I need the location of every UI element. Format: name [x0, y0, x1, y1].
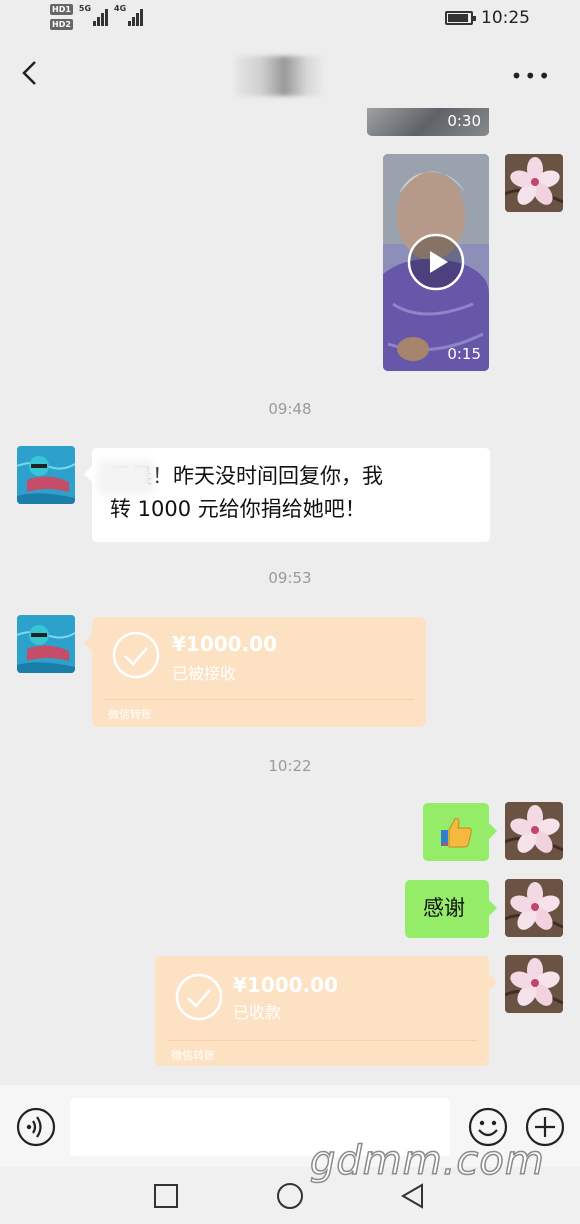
- recent-apps-icon[interactable]: [151, 1181, 181, 1211]
- avatar[interactable]: [17, 615, 75, 673]
- timestamp: 10:22: [268, 757, 312, 775]
- text-message: 感谢: [405, 880, 497, 938]
- divider: [104, 699, 414, 700]
- check-circle-icon: [112, 631, 160, 679]
- network1-label: 5G: [78, 4, 92, 13]
- redacted-name: [98, 460, 154, 494]
- sim1-badge: HD1: [50, 4, 73, 15]
- timestamp: 09:48: [268, 400, 312, 418]
- status-time: 10:25: [481, 8, 530, 28]
- avatar[interactable]: [505, 955, 563, 1013]
- swimmer-avatar-image: [17, 615, 75, 673]
- transfer-status: 已收款: [233, 1003, 282, 1022]
- more-dots-icon[interactable]: •••: [511, 66, 552, 86]
- transfer-amount: ¥1000.00: [233, 973, 339, 997]
- play-icon[interactable]: [407, 233, 465, 291]
- signal-4g-icon: 4G: [114, 4, 144, 26]
- contact-name-blurred[interactable]: [235, 56, 325, 96]
- network2-label: 4G: [114, 4, 127, 13]
- transfer-card-collected[interactable]: ¥1000.00 已收款 微信转账: [155, 956, 497, 1066]
- chevron-left-icon[interactable]: [18, 58, 42, 88]
- avatar[interactable]: [505, 879, 563, 937]
- thumbs-up-icon: [441, 818, 472, 848]
- flower-avatar-image: [505, 879, 563, 937]
- check-circle-icon: [175, 973, 223, 1021]
- video-message[interactable]: 0:15: [383, 154, 489, 371]
- avatar[interactable]: [505, 154, 563, 212]
- message-text-line1: 早晨！昨天没时间回复你，我: [110, 464, 383, 488]
- signal-5g-icon: 5G: [78, 4, 109, 26]
- flower-avatar-image: [505, 955, 563, 1013]
- flower-avatar-image: [505, 154, 563, 212]
- swimmer-avatar-image: [17, 446, 75, 504]
- flower-avatar-image: [505, 802, 563, 860]
- text-message: 早晨！昨天没时间回复你，我 转 1000 元给你捐给她吧！: [84, 448, 490, 542]
- video-duration: 0:15: [447, 345, 481, 363]
- transfer-amount: ¥1000.00: [172, 632, 278, 656]
- back-nav-icon[interactable]: [398, 1181, 428, 1211]
- status-bar: HD1 HD2 5G 4G 10:25: [0, 0, 580, 40]
- chat-header: •••: [0, 40, 580, 108]
- home-icon[interactable]: [275, 1181, 305, 1211]
- transfer-status: 已被接收: [172, 664, 237, 683]
- transfer-footer: 微信转账: [171, 1049, 215, 1062]
- sim2-badge: HD2: [50, 19, 73, 30]
- avatar[interactable]: [505, 802, 563, 860]
- divider: [167, 1040, 477, 1041]
- site-watermark: gdmm.com: [309, 1137, 545, 1185]
- transfer-card-received[interactable]: ¥1000.00 已被接收 微信转账: [84, 617, 426, 727]
- timestamp: 09:53: [268, 569, 312, 587]
- message-text-line2: 转 1000 元给你捐给她吧！: [110, 497, 366, 521]
- voice-icon[interactable]: [16, 1107, 56, 1147]
- emoji-message: [423, 803, 497, 861]
- message-text: 感谢: [423, 896, 465, 920]
- battery-icon: [445, 11, 476, 25]
- video-duration: 0:30: [447, 112, 481, 130]
- transfer-footer: 微信转账: [108, 708, 152, 721]
- video-message-previous[interactable]: 0:30: [367, 108, 489, 136]
- avatar[interactable]: [17, 446, 75, 504]
